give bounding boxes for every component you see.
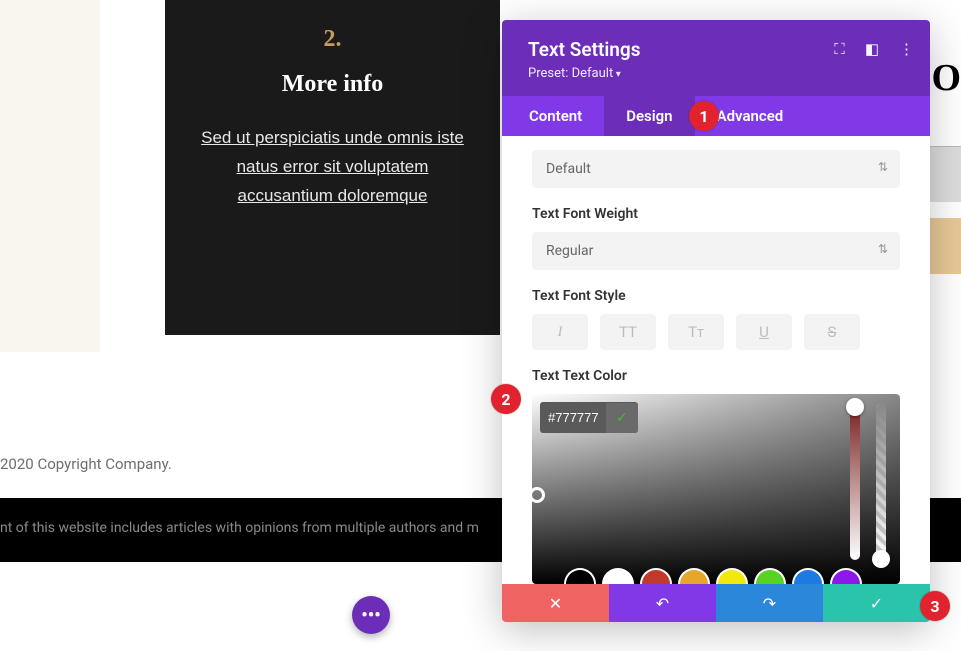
card-number: 2. [197,26,468,53]
color-picker[interactable]: ✓ [532,394,900,584]
grey-side-swatch [929,146,961,202]
cream-column [0,0,100,352]
font-weight-label: Text Font Weight [532,206,900,222]
swatch-purple[interactable] [832,570,860,584]
font-select[interactable]: Default [532,150,900,188]
font-style-label: Text Font Style [532,288,900,304]
smallcaps-button[interactable]: Tᴛ [668,314,724,350]
swatch-black[interactable] [566,570,594,584]
annotation-1: 1 [689,101,719,131]
kebab-menu-icon[interactable]: ⋮ [899,40,914,58]
underline-button[interactable]: U [736,314,792,350]
alpha-slider[interactable] [876,404,886,560]
tan-side-swatch [929,218,961,274]
annotation-2: 2 [491,384,521,414]
expand-icon[interactable]: ⛶ [834,40,845,58]
redo-icon: ↷ [763,594,776,613]
check-icon: ✓ [870,594,883,613]
panel-body: Default Text Font Weight Regular Text Fo… [502,136,930,584]
hex-input-wrap: ✓ [540,402,638,433]
annotation-3: 3 [920,591,950,621]
text-color-label: Text Text Color [532,368,900,384]
hue-slider[interactable] [850,404,860,560]
swatch-blue[interactable] [794,570,822,584]
copyright-text: 2020 Copyright Company. [0,455,172,473]
fab-menu-button[interactable]: ••• [352,596,390,634]
swatch-green[interactable] [756,570,784,584]
undo-button[interactable]: ↶ [609,584,716,622]
info-card: 2. More info Sed ut perspiciatis unde om… [165,0,500,335]
close-icon: ✕ [549,594,562,613]
hex-input[interactable] [540,402,606,433]
swatch-yellow[interactable] [718,570,746,584]
preset-dropdown[interactable]: Preset: Default [528,66,910,81]
save-button[interactable]: ✓ [823,584,930,622]
large-letter: O [931,56,961,100]
panel-footer: ✕ ↶ ↷ ✓ [502,584,930,622]
swatch-white[interactable] [604,570,632,584]
uppercase-button[interactable]: TT [600,314,656,350]
color-cursor[interactable] [532,487,545,503]
hue-handle[interactable] [846,398,864,416]
font-style-row: I TT Tᴛ U S [532,314,900,350]
swatch-red[interactable] [642,570,670,584]
swatch-orange[interactable] [680,570,708,584]
columns-icon[interactable]: ◧ [865,40,879,58]
tab-content[interactable]: Content [502,96,604,136]
color-swatches [532,570,900,584]
cancel-button[interactable]: ✕ [502,584,609,622]
hex-confirm-icon[interactable]: ✓ [606,403,638,433]
undo-icon: ↶ [656,594,669,613]
strikethrough-button[interactable]: S [804,314,860,350]
redo-button[interactable]: ↷ [716,584,823,622]
color-gradient-area[interactable]: ✓ [532,394,900,584]
tab-design[interactable]: Design [604,96,694,136]
alpha-handle[interactable] [872,550,890,568]
card-paragraph: Sed ut perspiciatis unde omnis iste natu… [197,124,468,211]
font-weight-select[interactable]: Regular [532,232,900,270]
card-title: More info [197,71,468,98]
panel-header: Text Settings Preset: Default ⛶ ◧ ⋮ [502,20,930,96]
italic-button[interactable]: I [532,314,588,350]
